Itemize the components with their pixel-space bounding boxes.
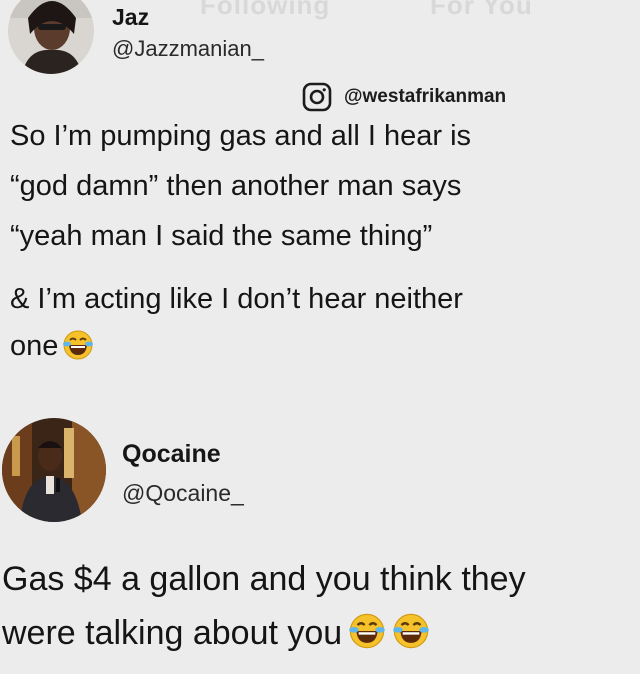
tweet-text-word: one [10,330,59,362]
screenshot-page: Following For You Jaz @Jazzmanian_ @west… [0,0,640,674]
tweet-text-line-2: “god damn” then another man says [10,170,462,202]
author-handle[interactable]: @Jazzmanian_ [112,36,264,62]
tweet-text-line-4: & I’m acting like I don’t hear neither [10,283,463,315]
avatar-jaz[interactable] [8,0,94,74]
tab-for-you[interactable]: For You [430,0,533,21]
top-nav-ghost: Following For You [0,0,640,20]
tweet-text-line-3: “yeah man I said the same thing” [10,220,433,252]
reply-text-line-1: Gas $4 a gallon and you think they [2,560,526,598]
reply-text-line-2: were talking about you [2,610,430,656]
tweet-text-line-1: So I’m pumping gas and all I hear is [10,120,472,152]
tab-following[interactable]: Following [200,0,330,21]
credit-handle: @westafrikanman [344,86,507,107]
face-with-tears-of-joy-icon [63,330,94,360]
instagram-credit: @westafrikanman [302,82,506,112]
instagram-icon [302,82,332,112]
tweet-text-line-5: one [10,327,94,365]
author-name[interactable]: Qocaine [122,440,221,469]
face-with-tears-of-joy-icon [393,613,430,649]
author-name[interactable]: Jaz [112,4,149,31]
reply-text-words: were talking about you [2,614,343,652]
face-with-tears-of-joy-icon [349,613,386,649]
author-handle[interactable]: @Qocaine_ [122,480,244,507]
avatar-qocaine[interactable] [2,418,106,522]
